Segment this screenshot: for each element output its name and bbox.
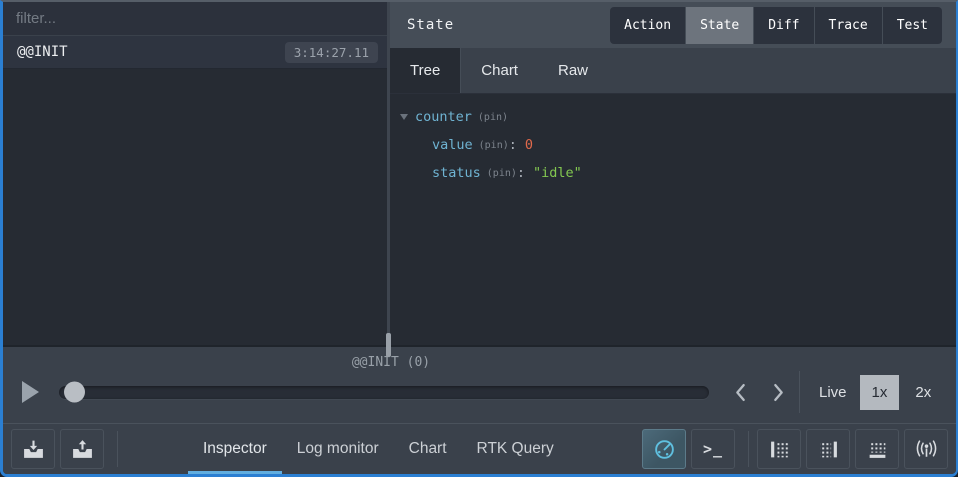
tab-test[interactable]: Test: [883, 7, 942, 44]
view-tab-group: Action State Diff Trace Test: [610, 7, 942, 44]
import-button[interactable]: [11, 429, 55, 469]
dock-bottom-icon: [867, 439, 888, 460]
action-list-panel: @@INIT 3:14:27.11: [3, 2, 387, 345]
dock-left-button[interactable]: [757, 429, 801, 469]
toolbar-divider-2: [748, 431, 749, 467]
main-area: @@INIT 3:14:27.11 State Action State Dif…: [3, 2, 956, 347]
speed-2x-button[interactable]: 2x: [903, 375, 943, 410]
expander-icon[interactable]: [400, 114, 408, 120]
tree-value-string: "idle": [533, 165, 582, 181]
chevron-right-icon: [772, 383, 785, 402]
sub-tab-tree[interactable]: Tree: [390, 48, 461, 93]
speed-1x-button[interactable]: 1x: [860, 375, 900, 410]
play-button[interactable]: [13, 377, 47, 407]
playback-divider: [799, 371, 800, 413]
panel-title: State: [407, 17, 454, 33]
filter-bar: [3, 2, 387, 36]
tab-log-monitor[interactable]: Log monitor: [282, 424, 394, 474]
filter-input[interactable]: [3, 2, 387, 35]
export-icon: [71, 439, 94, 460]
monitor-tabs: Inspector Log monitor Chart RTK Query: [188, 424, 569, 474]
state-tree-view: counter (pin) value (pin) : 0 status (pi…: [390, 94, 956, 345]
sub-tab-chart[interactable]: Chart: [461, 48, 538, 93]
pin-label[interactable]: (pin): [479, 140, 509, 151]
play-icon: [22, 381, 39, 403]
dock-right-icon: [818, 439, 839, 460]
action-timestamp-badge: 3:14:27.11: [285, 42, 378, 63]
tab-inspector[interactable]: Inspector: [188, 424, 282, 474]
playback-bar: @@INIT (0) Live 1x 2x: [3, 347, 956, 424]
action-list-empty: [3, 69, 387, 345]
current-action-label: @@INIT (0): [352, 355, 430, 370]
terminal-icon: >_: [703, 440, 723, 458]
tree-key[interactable]: counter: [415, 109, 472, 125]
tab-action[interactable]: Action: [610, 7, 685, 44]
panel-resize-handle[interactable]: [386, 333, 391, 357]
step-forward-button[interactable]: [759, 375, 797, 409]
panel-resize-divider[interactable]: [387, 2, 390, 345]
tree-row-counter: counter (pin): [400, 103, 956, 131]
sub-tab-bar: Tree Chart Raw: [390, 48, 956, 94]
dispatcher-button[interactable]: >_: [691, 429, 735, 469]
redux-devtools-window: @@INIT 3:14:27.11 State Action State Dif…: [0, 0, 958, 477]
action-list-item[interactable]: @@INIT 3:14:27.11: [3, 36, 387, 69]
key-value-separator: :: [509, 137, 517, 153]
import-icon: [22, 439, 45, 460]
tab-state[interactable]: State: [686, 7, 753, 44]
state-panel: State Action State Diff Trace Test Tree …: [390, 2, 956, 345]
tab-rtk-query[interactable]: RTK Query: [462, 424, 569, 474]
tab-trace[interactable]: Trace: [815, 7, 882, 44]
remote-icon: [914, 439, 939, 460]
export-button[interactable]: [60, 429, 104, 469]
tree-key[interactable]: value: [432, 137, 473, 153]
bottom-toolbar: Inspector Log monitor Chart RTK Query >_: [3, 424, 956, 474]
toolbar-divider: [117, 431, 118, 467]
step-back-button[interactable]: [721, 375, 759, 409]
state-panel-header: State Action State Diff Trace Test: [390, 2, 956, 48]
chevron-left-icon: [734, 383, 747, 402]
dock-bottom-button[interactable]: [855, 429, 899, 469]
sub-tab-raw[interactable]: Raw: [538, 48, 608, 93]
timeline-slider[interactable]: [59, 386, 709, 399]
tree-row-status: status (pin) : "idle": [400, 159, 956, 187]
dock-left-icon: [769, 439, 790, 460]
tab-chart[interactable]: Chart: [394, 424, 462, 474]
dock-right-button[interactable]: [806, 429, 850, 469]
pin-label[interactable]: (pin): [478, 112, 508, 123]
tree-row-value: value (pin) : 0: [400, 131, 956, 159]
tab-diff[interactable]: Diff: [754, 7, 813, 44]
remote-button[interactable]: [904, 429, 948, 469]
pause-recording-button[interactable]: [642, 429, 686, 469]
tree-value-number: 0: [525, 137, 533, 153]
tree-key[interactable]: status: [432, 165, 481, 181]
action-name: @@INIT: [17, 44, 68, 60]
timeline-slider-thumb[interactable]: [64, 382, 85, 403]
key-value-separator: :: [517, 165, 525, 181]
pin-label[interactable]: (pin): [487, 168, 517, 179]
timer-icon: [653, 438, 676, 461]
live-button[interactable]: Live: [819, 384, 847, 401]
